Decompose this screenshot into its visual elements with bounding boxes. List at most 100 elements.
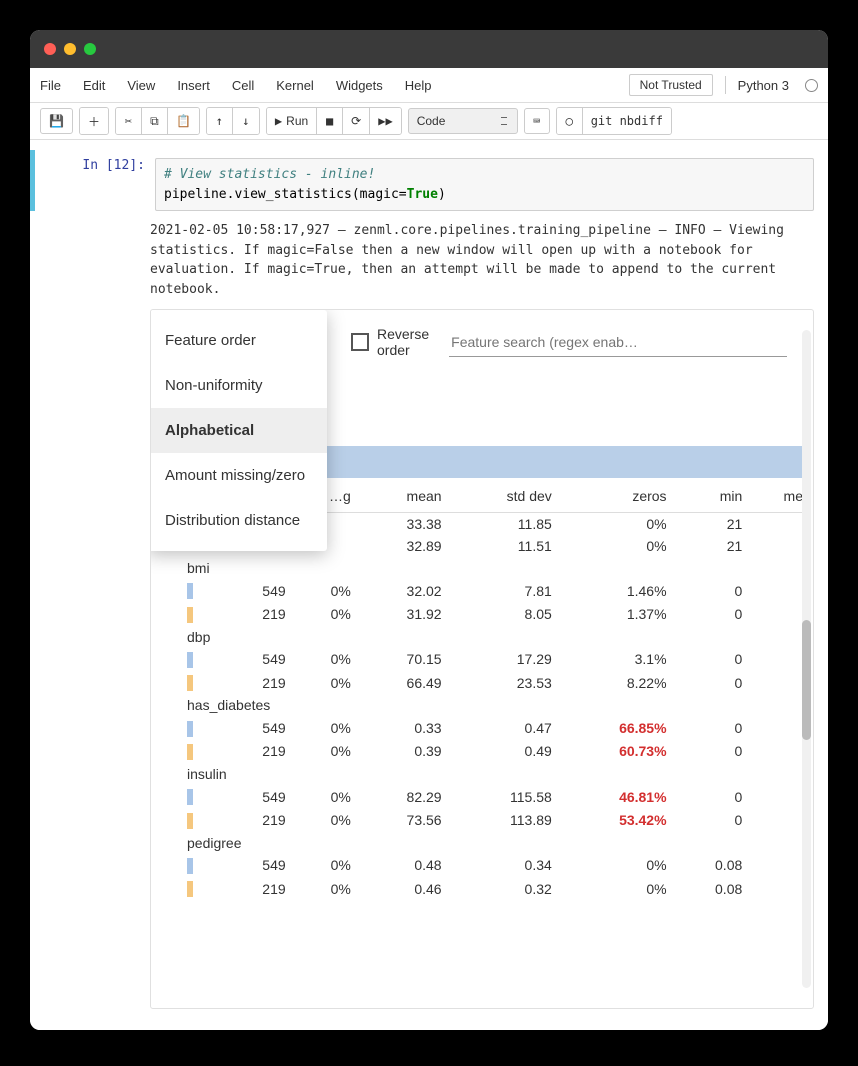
app-window: FileEditViewInsertCellKernelWidgetsHelp …	[30, 30, 828, 1030]
fast-forward-icon: ▶▶	[378, 114, 392, 128]
restart-button[interactable]: ⟳	[343, 108, 370, 134]
input-prompt: In [12]:	[35, 158, 155, 211]
keyboard-icon: ⌨	[533, 114, 540, 128]
output-log: 2021-02-05 10:58:17,927 — zenml.core.pip…	[30, 211, 828, 309]
paste-button[interactable]: 📋	[168, 108, 199, 134]
titlebar	[30, 30, 828, 68]
series-swatch-orange	[187, 744, 193, 760]
arrow-up-icon: ↑	[216, 114, 223, 128]
table-row: 5490%70.1517.293.1%0	[181, 648, 809, 671]
code-text-close: )	[438, 187, 446, 202]
table-row: 5490%82.29115.5846.81%0	[181, 785, 809, 808]
cell-type-select[interactable]: Code	[408, 108, 518, 134]
series-swatch-orange	[187, 675, 193, 691]
arrow-down-icon: ↓	[242, 114, 249, 128]
menu-file[interactable]: File	[40, 78, 61, 93]
run-button[interactable]: ▶ Run	[267, 108, 317, 134]
series-swatch-orange	[187, 881, 193, 897]
feature-name: pedigree	[181, 832, 809, 854]
feature-name: dbp	[181, 626, 809, 648]
feature-name: has_diabetes	[181, 694, 809, 716]
table-row: 2190%0.390.4960.73%0	[181, 740, 809, 763]
series-swatch-blue	[187, 858, 193, 874]
scroll-thumb[interactable]	[802, 620, 811, 740]
table-row: 2190%73.56113.8953.42%0	[181, 808, 809, 831]
feature-order-dropdown[interactable]: Feature orderNon-uniformityAlphabeticalA…	[151, 310, 327, 551]
series-swatch-orange	[187, 607, 193, 623]
play-icon: ▶	[275, 114, 282, 128]
kernel-name: Python 3	[738, 78, 789, 93]
table-row: 2190%0.460.320%0.08	[181, 877, 809, 900]
scrollbar[interactable]	[802, 330, 811, 988]
cut-button[interactable]: ✂	[116, 108, 142, 134]
save-icon: 💾	[49, 114, 64, 128]
feature-search-input[interactable]	[449, 328, 787, 357]
statistics-panel: Feature orderNon-uniformityAlphabeticalA…	[150, 309, 814, 1009]
stop-icon: ■	[326, 114, 333, 128]
dropdown-item-distribution-distance[interactable]: Distribution distance	[151, 498, 327, 543]
stop-button[interactable]: ■	[317, 108, 343, 134]
paste-icon: 📋	[176, 114, 191, 128]
stats-controls: Feature orderNon-uniformityAlphabeticalA…	[151, 310, 813, 374]
column-header[interactable]: std dev	[448, 480, 558, 513]
copy-icon: ⧉	[150, 114, 159, 129]
move-up-button[interactable]: ↑	[207, 108, 233, 134]
dropdown-item-feature-order[interactable]: Feature order	[151, 318, 327, 363]
git-status-button[interactable]: ◯	[557, 108, 583, 134]
command-palette-button[interactable]: ⌨	[524, 108, 550, 134]
series-swatch-blue	[187, 789, 193, 805]
plus-icon: ＋	[88, 113, 100, 130]
close-window-icon[interactable]	[44, 43, 56, 55]
feature-name: insulin	[181, 763, 809, 785]
reverse-order-checkbox[interactable]	[351, 333, 369, 351]
table-row: 5490%0.330.4766.85%0	[181, 716, 809, 739]
trust-button[interactable]: Not Trusted	[629, 74, 713, 96]
code-cell[interactable]: In [12]: # View statistics - inline! pip…	[30, 150, 828, 211]
cell-type-value: Code	[417, 114, 446, 128]
code-input[interactable]: # View statistics - inline! pipeline.vie…	[155, 158, 814, 211]
column-header[interactable]: zeros	[558, 480, 673, 513]
dropdown-item-non-uniformity[interactable]: Non-uniformity	[151, 363, 327, 408]
feature-name: bmi	[181, 557, 809, 579]
kernel-idle-icon	[805, 79, 818, 92]
menu-cell[interactable]: Cell	[232, 78, 254, 93]
zoom-window-icon[interactable]	[84, 43, 96, 55]
reverse-order-label: Reverse order	[377, 326, 429, 358]
minimize-window-icon[interactable]	[64, 43, 76, 55]
menu-edit[interactable]: Edit	[83, 78, 105, 93]
column-header[interactable]: min	[673, 480, 749, 513]
menu-help[interactable]: Help	[405, 78, 432, 93]
code-keyword: True	[407, 187, 438, 202]
git-nbdiff-button[interactable]: git nbdiff	[583, 108, 671, 134]
code-text: pipeline.view_statistics(magic=	[164, 187, 407, 202]
circle-icon: ◯	[566, 114, 573, 128]
column-header[interactable]: mean	[357, 480, 448, 513]
series-swatch-blue	[187, 721, 193, 737]
menu-insert[interactable]: Insert	[177, 78, 210, 93]
save-button[interactable]: 💾	[40, 108, 73, 134]
copy-button[interactable]: ⧉	[142, 108, 168, 134]
run-label: Run	[286, 114, 308, 128]
series-swatch-blue	[187, 583, 193, 599]
table-row: 2190%31.928.051.37%0	[181, 602, 809, 625]
table-row: 5490%32.027.811.46%0	[181, 579, 809, 602]
restart-icon: ⟳	[351, 114, 361, 128]
notebook-body: In [12]: # View statistics - inline! pip…	[30, 140, 828, 1030]
scissors-icon: ✂	[125, 114, 132, 128]
table-row: 5490%0.480.340%0.08	[181, 854, 809, 877]
dropdown-item-amount-missing-zero[interactable]: Amount missing/zero	[151, 453, 327, 498]
menu-kernel[interactable]: Kernel	[276, 78, 314, 93]
column-header[interactable]: me	[748, 480, 809, 513]
menu-widgets[interactable]: Widgets	[336, 78, 383, 93]
toolbar: 💾 ＋ ✂ ⧉ 📋 ↑ ↓ ▶ Run ■ ⟳ ▶▶ Code ⌨ ◯ g	[30, 103, 828, 140]
dropdown-item-alphabetical[interactable]: Alphabetical	[151, 408, 327, 453]
series-swatch-blue	[187, 652, 193, 668]
move-down-button[interactable]: ↓	[233, 108, 259, 134]
table-row: 2190%66.4923.538.22%0	[181, 671, 809, 694]
menu-view[interactable]: View	[127, 78, 155, 93]
run-all-button[interactable]: ▶▶	[370, 108, 400, 134]
add-cell-button[interactable]: ＋	[80, 108, 108, 134]
series-swatch-orange	[187, 813, 193, 829]
menubar: FileEditViewInsertCellKernelWidgetsHelp …	[30, 68, 828, 103]
code-comment: # View statistics - inline!	[164, 167, 375, 182]
